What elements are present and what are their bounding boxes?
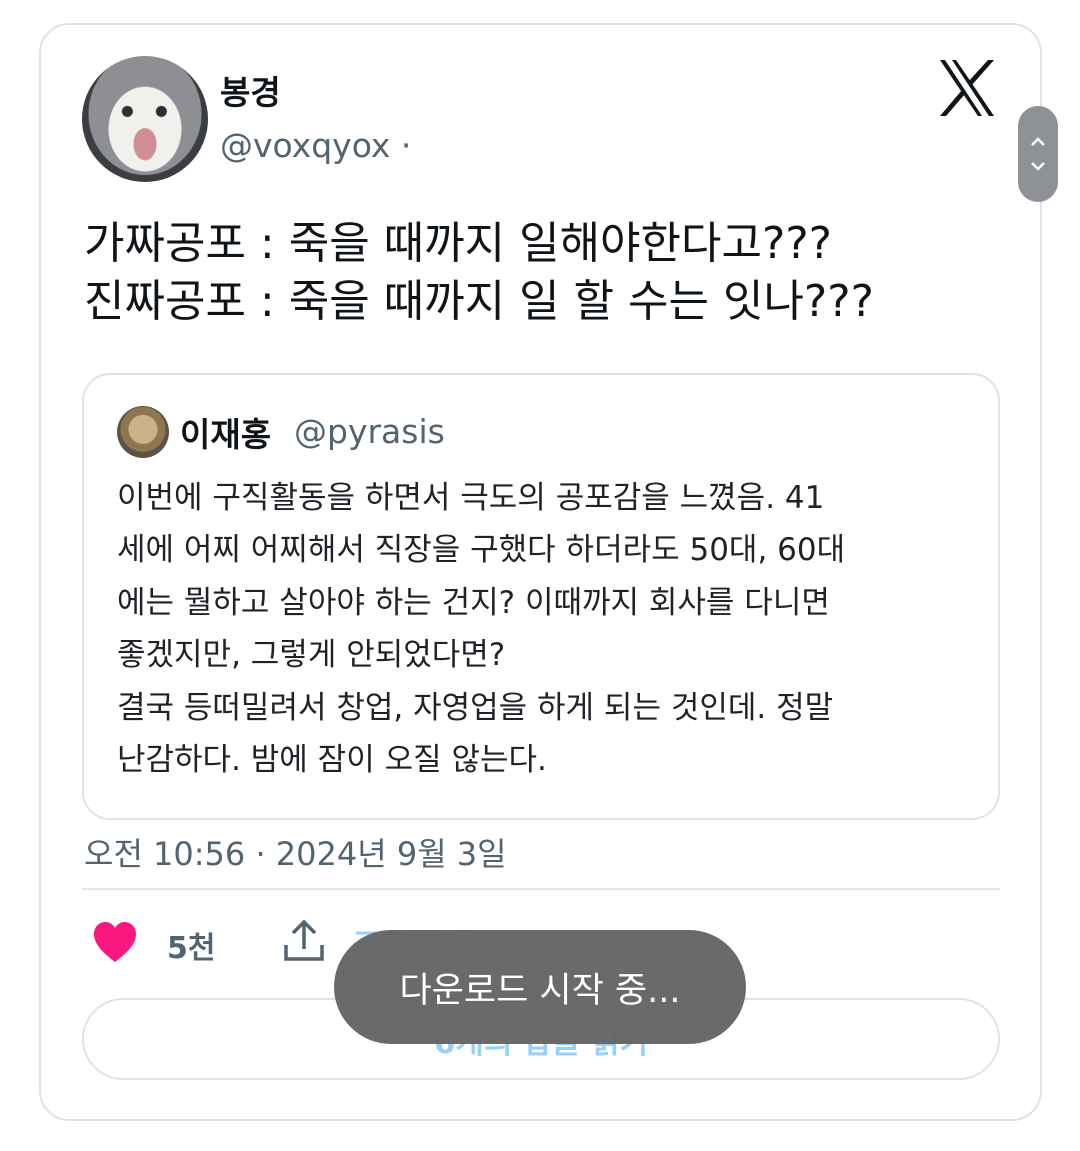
divider bbox=[82, 888, 1000, 890]
quoted-display-name: 이재홍 bbox=[180, 415, 272, 454]
heart-icon[interactable] bbox=[92, 920, 138, 966]
chevron-up-icon[interactable] bbox=[1030, 137, 1046, 147]
scroll-control[interactable] bbox=[1018, 106, 1058, 202]
tweet-text: 가짜공포 : 죽을 때까지 일해야한다고??? 진짜공포 : 죽을 때까지 일 … bbox=[84, 218, 874, 327]
chevron-down-icon[interactable] bbox=[1030, 161, 1046, 171]
x-logo-icon[interactable] bbox=[936, 57, 998, 119]
download-toast: 다운로드 시작 중... bbox=[334, 930, 746, 1044]
quoted-user-handle: @pyrasis bbox=[294, 412, 445, 451]
quoted-user-avatar bbox=[117, 406, 169, 458]
user-handle[interactable]: @voxqyox · bbox=[220, 126, 411, 165]
share-icon[interactable] bbox=[283, 919, 325, 963]
like-count[interactable]: 5천 bbox=[167, 923, 215, 967]
toast-text: 다운로드 시작 중... bbox=[399, 970, 681, 1011]
tweet-timestamp[interactable]: 오전 10:56 · 2024년 9월 3일 bbox=[84, 829, 507, 875]
display-name[interactable]: 봉경 bbox=[220, 66, 281, 114]
quoted-tweet-text: 이번에 구직활동을 하면서 극도의 공포감을 느꼈음. 41 세에 어찌 어찌해… bbox=[117, 480, 846, 779]
user-avatar[interactable] bbox=[82, 56, 208, 182]
